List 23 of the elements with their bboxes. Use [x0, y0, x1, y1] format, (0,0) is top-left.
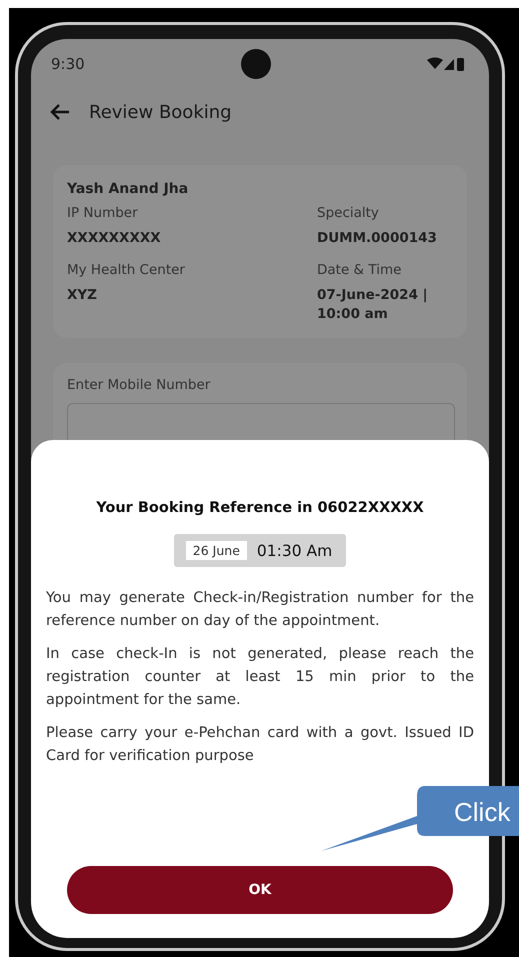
- status-icons: [427, 56, 465, 72]
- status-time: 9:30: [51, 55, 85, 73]
- ok-button[interactable]: OK: [67, 866, 453, 914]
- patient-name: Yash Anand Jha: [67, 181, 190, 197]
- info-paragraph: Please carry your e-Pehchan card with a govt. Issued ID Card for verification purpose: [46, 724, 474, 766]
- field-label: Specialty: [317, 205, 380, 221]
- field-label: Date & Time: [317, 262, 402, 278]
- field-label: My Health Center: [67, 262, 186, 278]
- info-paragraph: You may generate Check-in/Registration number for the reference number on day of the appointment.: [46, 589, 474, 631]
- info-paragraph: In case check-In is not generated, please reach the registration counter at least 15 min prior to the appointment for the same.: [46, 645, 474, 710]
- field-value: 07-June-2024 | 10:00 am: [317, 286, 429, 324]
- field-value: DUMM.0000143: [317, 229, 438, 248]
- field-value: XYZ: [67, 286, 98, 305]
- field-value: XXXXXXXXX: [67, 229, 162, 248]
- time-text: 01:30 Am: [256, 542, 332, 560]
- dialog-title: Your Booking Reference in 06022XXXXX: [96, 500, 424, 516]
- screen-title: Review Booking: [89, 102, 232, 122]
- camera-hole-icon: [240, 49, 271, 79]
- callout-label: Click: [454, 797, 510, 827]
- field-label: IP Number: [67, 205, 139, 221]
- mobile-label: Enter Mobile Number: [67, 377, 212, 393]
- back-arrow-icon[interactable]: [49, 103, 71, 121]
- date-tag: 26 June: [186, 541, 247, 560]
